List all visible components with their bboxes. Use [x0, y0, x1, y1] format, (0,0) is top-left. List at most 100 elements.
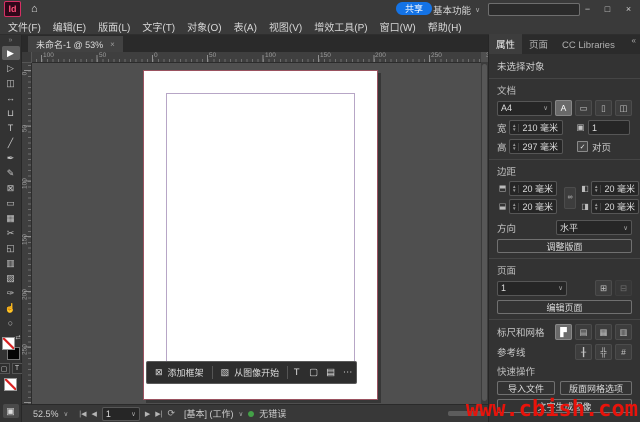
orientation-landscape-icon[interactable]: ▭ [575, 100, 592, 116]
chevron-down-icon[interactable]: ∨ [64, 410, 69, 418]
workspace-switcher[interactable]: 基本功能 ∨ [433, 3, 480, 17]
gradient-swatch-tool[interactable]: ▥ [2, 256, 20, 270]
tab-cc-libraries[interactable]: CC Libraries [555, 37, 622, 54]
zoom-level[interactable]: 52.5% [33, 409, 59, 419]
more-options-icon[interactable]: ⋯ [339, 367, 356, 378]
hand-tool[interactable]: ☝ [2, 301, 20, 315]
stepper-arrows-icon[interactable]: ▲ ▼ [592, 184, 602, 193]
menu-item[interactable]: 文件(F) [2, 19, 47, 34]
margin-field[interactable]: ▲ ▼ 20 毫米 [509, 199, 557, 214]
stepper-arrows-icon[interactable]: ▲ ▼ [592, 202, 602, 211]
stepper-arrows-icon[interactable]: ▲ ▼ [510, 202, 520, 211]
minimize-button[interactable]: − [578, 0, 597, 17]
menu-item[interactable]: 帮助(H) [422, 19, 468, 34]
type-tool[interactable]: T [2, 121, 20, 135]
layout-grid-options-button[interactable]: 版面网格选项 [560, 381, 632, 395]
adjust-layout-button[interactable]: 调整版面 [497, 239, 632, 253]
smart-guides-icon[interactable]: ╂ [575, 344, 592, 360]
templates-button[interactable]: ▤ [322, 367, 339, 378]
close-icon[interactable]: × [110, 40, 115, 49]
free-transform-tool[interactable]: ◱ [2, 241, 20, 255]
start-from-image-button[interactable]: ▧ 从图像开始 [213, 366, 288, 379]
tab-pages[interactable]: 页面 [522, 34, 555, 54]
last-page-icon[interactable]: ▶| [155, 410, 162, 418]
tab-properties[interactable]: 属性 [489, 34, 523, 54]
lock-guides-icon[interactable]: # [615, 344, 632, 360]
menu-item[interactable]: 编辑(E) [47, 19, 92, 34]
direct-selection-tool[interactable]: ▷ [2, 61, 20, 75]
home-icon[interactable]: ⌂ [31, 3, 38, 15]
edit-pages-button[interactable]: 编辑页面 [497, 300, 632, 314]
page-size-select[interactable]: A4 ∨ [497, 100, 552, 116]
document-canvas[interactable]: 10050050100150200250300 050100150200250 … [22, 52, 497, 404]
frame-grid-icon[interactable]: ▛ [555, 324, 572, 340]
stepper-arrows-icon[interactable]: ▲ ▼ [510, 184, 520, 193]
gap-tool[interactable]: ↔ [2, 91, 20, 105]
add-frame-button[interactable]: ⊠ 添加框架 [147, 366, 212, 379]
stepper-arrows-icon[interactable]: ▲ ▼ [510, 123, 520, 132]
zoom-tool[interactable]: ○ [2, 316, 20, 330]
eyedropper-tool[interactable]: ✑ [2, 286, 20, 300]
layout-grid-icon[interactable]: ▥ [615, 324, 632, 340]
collapse-panel-icon[interactable]: « [632, 36, 636, 45]
rectangle-tool[interactable]: ▭ [2, 196, 20, 210]
height-field[interactable]: ▲ ▼ 297 毫米 [509, 139, 563, 154]
margin-link-icon[interactable]: ∞ [564, 186, 576, 209]
next-page-icon[interactable]: ▶ [145, 410, 150, 418]
pencil-tool[interactable]: ✎ [2, 166, 20, 180]
vertical-scrollbar-thumb[interactable] [482, 64, 487, 401]
document-tab[interactable]: 未命名-1 @ 53% × [28, 36, 123, 52]
menu-item[interactable]: 窗口(W) [374, 19, 422, 34]
add-page-icon[interactable]: ⊞ [595, 280, 612, 296]
fill-stroke-swatches[interactable]: ⇄ [1, 335, 21, 361]
apply-none-swatch[interactable] [4, 378, 17, 391]
scissors-tool[interactable]: ✂ [2, 226, 20, 240]
import-file-button[interactable]: 导入文件 [497, 381, 555, 395]
stepper-arrows-icon[interactable]: ▲ ▼ [510, 142, 520, 151]
width-field[interactable]: ▲ ▼ 210 毫米 [509, 120, 563, 135]
margin-field[interactable]: ▲ ▼ 20 毫米 [591, 181, 639, 196]
format-container-icon[interactable]: ▢ [0, 363, 10, 374]
menu-item[interactable]: 增效工具(P) [308, 19, 373, 34]
gradient-feather-tool[interactable]: ▨ [2, 271, 20, 285]
chevron-down-icon[interactable]: ∨ [239, 410, 244, 418]
maximize-button[interactable]: □ [598, 0, 617, 17]
vertical-scrollbar[interactable] [481, 62, 488, 404]
share-button[interactable]: 共享 [396, 2, 433, 15]
previous-page-icon[interactable]: ◀ [92, 410, 97, 418]
direction-select[interactable]: 水平 ∨ [556, 220, 632, 235]
rectangle-frame-tool[interactable]: ⊠ [2, 181, 20, 195]
pages-count-field[interactable]: 1 [588, 120, 630, 135]
screen-mode-icon[interactable]: ▣ [2, 404, 19, 418]
orientation-portrait-icon[interactable]: A [555, 100, 572, 116]
selection-tool[interactable]: ▶ [1, 46, 20, 60]
format-text-icon[interactable]: T [11, 363, 23, 374]
guides-icon[interactable]: ╬ [595, 344, 612, 360]
fill-swatch[interactable] [1, 337, 15, 350]
content-collector-tool[interactable]: ⊔ [2, 106, 20, 120]
page-number-select[interactable]: 1 ∨ [497, 280, 567, 296]
binding-left-icon[interactable]: ▯ [595, 100, 612, 116]
pasteboard[interactable] [31, 62, 488, 404]
menu-item[interactable]: 版面(L) [92, 19, 136, 34]
close-button[interactable]: × [619, 0, 638, 17]
binding-right-icon[interactable]: ◫ [615, 100, 632, 116]
menu-item[interactable]: 视图(V) [263, 19, 308, 34]
refresh-icon[interactable]: ⟳ [167, 408, 175, 419]
menu-item[interactable]: 对象(O) [181, 19, 227, 34]
toolbar-collapse-icon[interactable]: » [9, 35, 13, 46]
menu-item[interactable]: 文字(T) [136, 19, 181, 34]
grid-tool[interactable]: ▦ [2, 211, 20, 225]
pen-tool[interactable]: ✒ [2, 151, 20, 165]
first-page-icon[interactable]: |◀ [79, 410, 86, 418]
search-input[interactable] [488, 3, 580, 16]
margin-field[interactable]: ▲ ▼ 20 毫米 [591, 199, 639, 214]
document-grid-icon[interactable]: ▦ [595, 324, 612, 340]
menu-item[interactable]: 表(A) [228, 19, 263, 34]
baseline-grid-icon[interactable]: ▤ [575, 324, 592, 340]
add-text-button[interactable]: T [288, 367, 305, 378]
facing-pages-checkbox[interactable]: ✓ [577, 141, 588, 152]
preflight-profile[interactable]: [基本] (工作) [184, 407, 234, 420]
page-tool[interactable]: ◫ [2, 76, 20, 90]
add-page-button[interactable]: ▢ [305, 367, 322, 378]
